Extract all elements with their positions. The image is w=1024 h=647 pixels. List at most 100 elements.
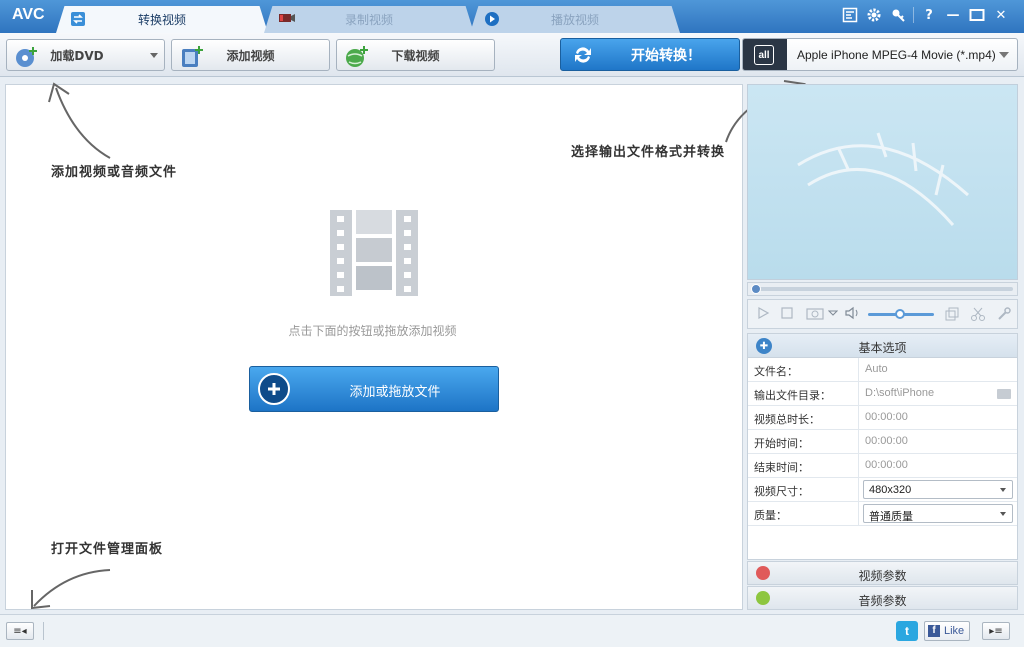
seek-track[interactable] xyxy=(756,287,1013,291)
wrench-icon[interactable] xyxy=(996,306,1012,322)
quality-select[interactable]: 普通质量 xyxy=(863,504,1013,523)
twitter-icon[interactable]: t xyxy=(896,621,918,641)
plus-icon xyxy=(258,373,290,405)
divider xyxy=(43,622,44,640)
status-bar: ≡◂ t f Like ▸≡ xyxy=(0,614,1024,647)
facebook-like-label: Like xyxy=(944,625,965,637)
option-value: Auto xyxy=(865,363,888,375)
output-profile-select[interactable]: all Apple iPhone MPEG-4 Movie (*.mp4) xyxy=(742,38,1018,71)
divider xyxy=(913,7,914,23)
start-convert-button[interactable]: 开始转换！ xyxy=(560,38,740,71)
key-icon[interactable] xyxy=(889,6,907,24)
option-row-video-size: 视频尺寸： 480x320 xyxy=(748,478,1017,502)
download-video-label: 下载视频 xyxy=(391,48,440,63)
film-strip-icon xyxy=(328,208,420,298)
download-video-button[interactable]: 下载视频 xyxy=(336,39,495,71)
option-row-filename: 文件名： Auto xyxy=(748,358,1017,382)
option-row-end-time: 结束时间： 00:00:00 xyxy=(748,454,1017,478)
file-panel-toggle-button[interactable]: ≡◂ xyxy=(6,622,34,640)
window-controls: ? — ✕ xyxy=(841,6,1010,24)
add-video-label: 添加视频 xyxy=(226,48,275,63)
duration-field: 00:00:00 xyxy=(858,406,1017,429)
help-icon[interactable]: ? xyxy=(920,6,938,24)
minimize-icon[interactable]: — xyxy=(944,6,962,24)
add-or-drop-label: 添加或拖放文件 xyxy=(349,385,441,400)
title-bar: AVC 转换视频 录制视频 播放视频 ? — ✕ xyxy=(0,0,1024,33)
folder-icon[interactable] xyxy=(997,389,1011,399)
hint-choose-format: 选择输出文件格式并转换 xyxy=(571,145,726,160)
option-row-quality: 质量： 普通质量 xyxy=(748,502,1017,526)
close-icon[interactable]: ✕ xyxy=(992,6,1010,24)
chevron-down-icon xyxy=(1000,512,1006,516)
stop-icon[interactable] xyxy=(780,306,794,320)
right-panel-toggle-button[interactable]: ▸≡ xyxy=(982,622,1010,640)
app-logo: AVC xyxy=(12,6,45,23)
film-reel-illustration xyxy=(797,132,969,226)
facebook-like-button[interactable]: f Like xyxy=(924,621,970,641)
copy-icon[interactable] xyxy=(944,306,960,322)
maximize-icon[interactable] xyxy=(968,6,986,24)
profile-label: Apple iPhone MPEG-4 Movie (*.mp4) xyxy=(797,47,996,62)
scissors-icon[interactable] xyxy=(970,306,986,322)
start-convert-label: 开始转换！ xyxy=(631,47,701,64)
option-label: 文件名： xyxy=(754,365,798,378)
basic-options-title: 基本选项 xyxy=(858,341,907,355)
volume-handle[interactable] xyxy=(895,309,905,319)
video-preview xyxy=(747,84,1018,280)
end-time-field[interactable]: 00:00:00 xyxy=(858,454,1017,477)
option-row-output-dir: 输出文件目录： D:\soft\iPhone xyxy=(748,382,1017,406)
seek-bar[interactable] xyxy=(747,282,1018,296)
camera-icon[interactable] xyxy=(806,306,824,320)
video-params-accordion[interactable]: 视频参数 xyxy=(747,561,1018,585)
chevron-down-icon xyxy=(1000,488,1006,492)
option-value: 00:00:00 xyxy=(865,435,908,447)
tab-record-video[interactable]: 录制视频 xyxy=(264,6,474,33)
audio-params-accordion[interactable]: 音频参数 xyxy=(747,586,1018,610)
hint-open-panel: 打开文件管理面板 xyxy=(51,542,164,557)
quality-cell: 普通质量 xyxy=(858,502,1017,525)
audio-params-label: 音频参数 xyxy=(858,594,907,608)
start-time-field[interactable]: 00:00:00 xyxy=(858,430,1017,453)
option-label: 视频尺寸： xyxy=(754,485,809,498)
option-value: 00:00:00 xyxy=(865,411,908,423)
profile-badge: all xyxy=(754,45,774,65)
add-video-button[interactable]: 添加视频 xyxy=(171,39,330,71)
option-value: 00:00:00 xyxy=(865,459,908,471)
video-size-select[interactable]: 480x320 xyxy=(863,480,1013,499)
add-or-drop-files-button[interactable]: 添加或拖放文件 xyxy=(249,366,499,412)
tab-play-video[interactable]: 播放视频 xyxy=(470,6,680,33)
basic-options-header[interactable]: ✚ 基本选项 xyxy=(748,334,1017,358)
empty-state-text: 点击下面的按钮或拖放添加视频 xyxy=(288,324,457,338)
tab-label: 播放视频 xyxy=(550,13,599,27)
skin-icon[interactable] xyxy=(841,6,859,24)
tab-label: 录制视频 xyxy=(344,13,393,27)
facebook-icon: f xyxy=(928,625,940,637)
option-row-start-time: 开始时间： 00:00:00 xyxy=(748,430,1017,454)
hint-add-files: 添加视频或音频文件 xyxy=(51,165,178,180)
chevron-down-icon[interactable] xyxy=(150,53,158,58)
chevron-down-icon[interactable] xyxy=(999,52,1009,58)
output-dir-field[interactable]: D:\soft\iPhone xyxy=(858,382,1017,405)
load-dvd-button[interactable]: 加载DVD xyxy=(6,39,165,71)
player-controls xyxy=(747,299,1018,329)
gear-icon[interactable] xyxy=(865,6,883,24)
option-label: 开始时间： xyxy=(754,437,809,450)
option-label: 质量： xyxy=(754,509,787,522)
play-icon[interactable] xyxy=(756,306,770,320)
basic-options-panel: ✚ 基本选项 文件名： Auto 输出文件目录： D:\soft\iPhone … xyxy=(747,333,1018,560)
seek-handle[interactable] xyxy=(751,284,761,294)
option-value: 480x320 xyxy=(869,484,912,496)
refresh-icon xyxy=(571,44,595,66)
option-value: 普通质量 xyxy=(869,511,913,523)
tab-convert-video[interactable]: 转换视频 xyxy=(56,6,268,33)
arrow-annotation xyxy=(31,569,111,610)
video-params-label: 视频参数 xyxy=(858,569,907,583)
filename-field[interactable]: Auto xyxy=(858,358,1017,381)
chevron-down-icon[interactable] xyxy=(828,306,838,320)
load-dvd-label: 加载DVD xyxy=(50,48,104,63)
option-label: 结束时间： xyxy=(754,461,809,474)
volume-icon[interactable] xyxy=(844,306,862,320)
option-label: 输出文件目录： xyxy=(754,389,831,402)
option-value: D:\soft\iPhone xyxy=(865,387,935,399)
profile-category-icon: all xyxy=(743,39,787,70)
